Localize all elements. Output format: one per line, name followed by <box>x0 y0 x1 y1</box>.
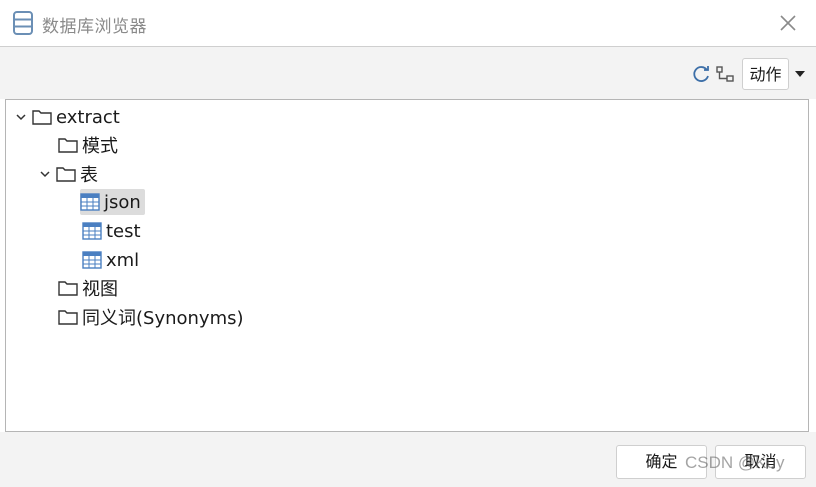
tree-node-table-json[interactable]: json <box>80 189 145 215</box>
tree-label: test <box>106 220 141 242</box>
database-icon <box>13 11 33 35</box>
tree-label: 同义词(Synonyms) <box>82 308 244 329</box>
tree-node-views[interactable]: 视图 <box>58 275 118 301</box>
tree-node-extract[interactable]: extract <box>14 104 120 130</box>
dropdown-arrow-icon[interactable] <box>795 70 805 78</box>
cancel-button[interactable]: 取消 <box>715 445 806 479</box>
tree-label: 表 <box>80 165 98 186</box>
tree-node-table-xml[interactable]: xml <box>82 247 139 273</box>
folder-icon <box>58 281 78 296</box>
table-icon <box>82 251 102 269</box>
folder-icon <box>58 310 78 325</box>
tree-node-table-test[interactable]: test <box>82 218 141 244</box>
title-bar: 数据库浏览器 <box>0 0 816 46</box>
table-icon <box>80 193 100 211</box>
tree-label: xml <box>106 249 140 271</box>
tree-node-tables[interactable]: 表 <box>38 161 98 187</box>
table-icon <box>82 222 102 240</box>
ok-button[interactable]: 确定 <box>616 445 707 479</box>
tree-label: json <box>104 191 141 213</box>
tree-label: 视图 <box>82 279 118 300</box>
database-tree: extract 模式 表 json test xml 视图 同义词(Synony… <box>5 99 809 432</box>
action-button[interactable]: 动作 <box>742 58 789 90</box>
chevron-down-icon[interactable] <box>38 167 52 181</box>
window-title: 数据库浏览器 <box>42 17 147 37</box>
tree-node-synonyms[interactable]: 同义词(Synonyms) <box>58 304 244 330</box>
folder-icon <box>56 167 76 182</box>
link-icon[interactable] <box>715 64 735 84</box>
folder-icon <box>58 138 78 153</box>
tree-label: extract <box>56 106 120 128</box>
refresh-icon[interactable] <box>691 64 711 84</box>
chevron-down-icon[interactable] <box>14 110 28 124</box>
tree-label: 模式 <box>82 136 118 157</box>
close-icon[interactable] <box>774 9 802 37</box>
tree-node-schemas[interactable]: 模式 <box>58 132 118 158</box>
folder-icon <box>32 110 52 125</box>
